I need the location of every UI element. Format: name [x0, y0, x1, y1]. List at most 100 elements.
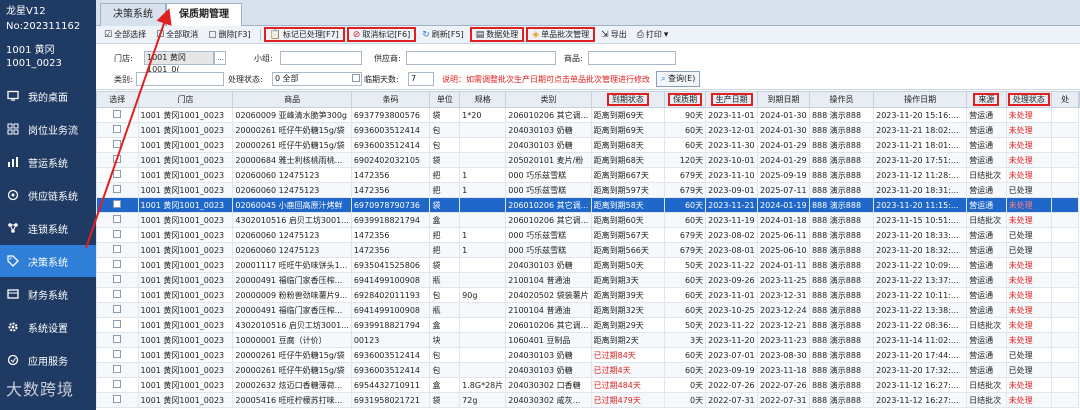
table-row[interactable]: 1001 黄冈1001_0023 20000491 福临门家香压榨... 69414…	[96, 302, 1080, 318]
checkbox-empty-icon: ☐	[156, 29, 165, 40]
column-header[interactable]: 选择	[96, 91, 139, 108]
delete-button[interactable]: ▢ 删除[F3]	[204, 27, 254, 42]
data-process-button[interactable]: ▤ 数据处理	[469, 27, 525, 42]
table-cell: 1001 黄冈1001_0023	[137, 317, 234, 333]
sidebar-item-settings[interactable]: 系统设置	[0, 311, 96, 343]
row-checkbox[interactable]	[96, 287, 139, 303]
row-checkbox[interactable]	[96, 347, 139, 363]
column-header[interactable]: 来源	[966, 91, 1007, 108]
row-checkbox[interactable]	[96, 242, 139, 258]
table-row[interactable]: 1001 黄冈1001_0023 4302010516 启贝工坊3001... 69…	[96, 212, 1080, 228]
deselect-all-button[interactable]: ☐ 全部取消	[152, 27, 202, 42]
table-row[interactable]: 1001 黄冈1001_0023 20005416 旺旺柠檬苏打味... 69319…	[96, 392, 1080, 408]
sidebar-item-operations[interactable]: 营运系统	[0, 146, 96, 178]
table-row[interactable]: 1001 黄冈1001_0023 20000261 旺仔牛奶糖15g/袋 69360…	[96, 362, 1080, 378]
table-cell	[1051, 392, 1079, 408]
sidebar-item-chain[interactable]: 连锁系统	[0, 212, 96, 244]
table-row[interactable]: 1001 黄冈1001_0023 02060009 亚峰清水脆笋300g 69377…	[96, 107, 1080, 123]
table-row[interactable]: 1001 黄冈1001_0023 20002632 炫迈口香糖薄荷... 69544…	[96, 377, 1080, 393]
tab-shelf-life[interactable]: 保质期管理	[166, 3, 242, 26]
row-checkbox[interactable]	[96, 332, 139, 348]
column-header[interactable]: 商品	[232, 91, 352, 108]
store-field[interactable]: 1001 黄冈1001_0(	[144, 51, 214, 74]
table-row[interactable]: 1001 黄冈1001_0023 20001117 旺旺牛奶味饼头1... 6935…	[96, 257, 1080, 273]
query-button[interactable]: ⌕ 查询(E)	[656, 71, 701, 87]
group-field[interactable]	[280, 51, 362, 65]
print-button[interactable]: ⎙ 打印 ▾	[633, 27, 675, 42]
column-header[interactable]: 规格	[459, 91, 507, 108]
row-checkbox[interactable]	[96, 272, 139, 288]
row-checkbox[interactable]	[96, 197, 139, 213]
sidebar-item-workflow[interactable]: 岗位业务流	[0, 113, 96, 145]
row-checkbox[interactable]	[96, 182, 139, 198]
row-checkbox[interactable]	[96, 212, 139, 228]
table-row[interactable]: 1001 黄冈1001_0023 20000491 福临门家香压榨... 69414…	[96, 272, 1080, 288]
row-checkbox[interactable]	[96, 107, 139, 123]
days-checkbox[interactable]	[352, 74, 360, 84]
table-row[interactable]: 1001 黄冈1001_0023 20000009 粉粉兽劲味薯片9... 6928…	[96, 287, 1080, 303]
refresh-button[interactable]: ↻ 刷新[F5]	[418, 27, 467, 42]
sidebar-item-label: 连锁系统	[28, 224, 68, 236]
column-header[interactable]: 条码	[350, 91, 431, 108]
table-cell: 把	[429, 242, 461, 258]
row-checkbox[interactable]	[96, 137, 139, 153]
days-input[interactable]: 7	[408, 72, 434, 86]
table-cell: 营运通	[966, 152, 1007, 168]
export-button[interactable]: ⇲ 导出	[597, 27, 631, 42]
table-cell: 2023-11-20 17:44:...	[873, 347, 968, 363]
table-row[interactable]: 1001 黄冈1001_0023 02060060 12475123 1472356…	[96, 182, 1080, 198]
table-cell: 2023-11-20 18:32:...	[873, 242, 968, 258]
status-select[interactable]: 0 全部	[272, 72, 362, 86]
table-row[interactable]: 1001 黄冈1001_0023 02060060 12475123 1472356…	[96, 167, 1080, 183]
mark-processed-button[interactable]: 📋 标记已处理[F7]	[263, 27, 345, 42]
table-row[interactable]: 1001 黄冈1001_0023 20000261 旺仔牛奶糖15g/袋 69360…	[96, 137, 1080, 153]
table-row[interactable]: 1001 黄冈1001_0023 20000261 旺仔牛奶糖15g/袋 69360…	[96, 347, 1080, 363]
category-field[interactable]	[136, 72, 224, 86]
product-field[interactable]	[588, 51, 676, 65]
row-checkbox[interactable]	[96, 392, 139, 408]
supplier-field[interactable]	[406, 51, 556, 65]
table-row[interactable]: 1001 黄冈1001_0023 02060060 12475123 1472356…	[96, 227, 1080, 243]
column-header[interactable]: 到期状态	[590, 91, 666, 108]
table-row[interactable]: 1001 黄冈1001_0023 20000684 雅士利核桃雨桃... 69024…	[96, 152, 1080, 168]
table-row[interactable]: 1001 黄冈1001_0023 10000001 豆腐（计价） 00123 块 106…	[96, 332, 1080, 348]
column-header[interactable]: 操作日期	[873, 91, 968, 108]
column-header[interactable]: 生产日期	[705, 91, 759, 108]
sidebar-item-supply-chain[interactable]: 供应链系统	[0, 179, 96, 211]
table-row[interactable]: 1001 黄冈1001_0023 4302010516 启贝工坊3001... 69…	[96, 317, 1080, 333]
table-cell: 60天	[664, 137, 707, 153]
table-row[interactable]: 1001 黄冈1001_0023 02060060 12475123 1472356…	[96, 242, 1080, 258]
tab-decision-system[interactable]: 决策系统	[100, 3, 166, 26]
row-checkbox[interactable]	[96, 362, 139, 378]
unmark-button[interactable]: ⊘ 取消标记[F6]	[346, 27, 417, 42]
row-checkbox[interactable]	[96, 257, 139, 273]
column-header[interactable]: 保质期	[664, 91, 707, 108]
table-row[interactable]: 1001 黄冈1001_0023 20000261 旺仔牛奶糖15g/袋 69360…	[96, 122, 1080, 138]
row-checkbox[interactable]	[96, 167, 139, 183]
sidebar-item-services[interactable]: 应用服务	[0, 344, 96, 376]
table-cell: 50天	[664, 317, 707, 333]
table-row[interactable]: 1001 黄冈1001_0023 02060045 小鹿回高原汁烤鲜 6970978…	[96, 197, 1080, 213]
sidebar-item-finance[interactable]: 财务系统	[0, 278, 96, 310]
column-header[interactable]: 类别	[505, 91, 592, 108]
store-picker-button[interactable]: …	[214, 51, 226, 65]
batch-manage-button[interactable]: ◈ 单品批次管理	[526, 27, 596, 42]
select-all-button[interactable]: ☑ 全部选择	[100, 27, 150, 42]
row-checkbox[interactable]	[96, 122, 139, 138]
column-header[interactable]: 操作员	[808, 91, 875, 108]
sidebar-item-desktop[interactable]: 我的桌面	[0, 80, 96, 112]
row-checkbox[interactable]	[96, 317, 139, 333]
column-header[interactable]: 处理状态	[1005, 91, 1053, 108]
table-cell: 02060060 12475123	[232, 167, 352, 183]
row-checkbox[interactable]	[96, 302, 139, 318]
table-cell: 6936003512414	[350, 362, 431, 378]
column-header[interactable]: 处	[1051, 91, 1079, 108]
column-header[interactable]: 单位	[429, 91, 461, 108]
sidebar-item-decision[interactable]: 决策系统	[0, 245, 96, 277]
column-header[interactable]: 到期日期	[757, 91, 810, 108]
row-checkbox[interactable]	[96, 152, 139, 168]
column-header[interactable]: 门店	[137, 91, 234, 108]
row-checkbox[interactable]	[96, 227, 139, 243]
row-checkbox[interactable]	[96, 377, 139, 393]
table-cell: 204030103 奶糖	[505, 257, 592, 273]
